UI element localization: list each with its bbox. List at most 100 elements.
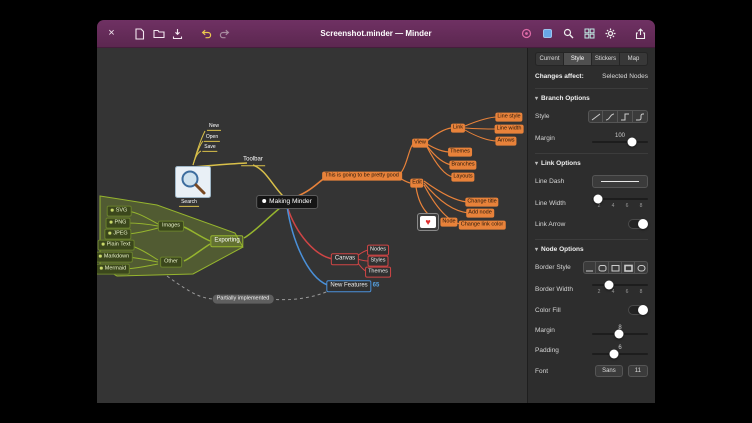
slider-handle[interactable]	[604, 281, 613, 290]
slider-track[interactable]	[592, 284, 648, 286]
branch-style-squared-button[interactable]	[618, 110, 633, 123]
node-line-style[interactable]: Line style	[495, 113, 522, 122]
slider-track[interactable]	[592, 198, 648, 200]
border-style-underline-button[interactable]	[583, 261, 596, 274]
slider-track[interactable]	[592, 333, 648, 335]
node-toolbar-item-3[interactable]: Save	[202, 144, 217, 152]
tab-map[interactable]: Map	[620, 52, 648, 66]
node-idea[interactable]: This is going to be pretty good	[322, 172, 402, 181]
font-size-spinner[interactable]: 11	[628, 365, 648, 377]
node-canvas-themes[interactable]: Themes	[365, 267, 391, 278]
node-canvas-nodes[interactable]: Nodes	[367, 245, 389, 256]
headerbar: × Screenshot.minder — Minder	[97, 20, 655, 48]
slider-track[interactable]	[592, 353, 648, 355]
slider-track[interactable]	[592, 141, 648, 143]
node-search-label[interactable]: Search	[179, 199, 199, 207]
branch-style-row: Style	[535, 110, 648, 123]
node-png[interactable]: PNG	[106, 218, 131, 229]
search-image-node[interactable]	[175, 166, 211, 203]
node-edit-hub[interactable]: Edit	[410, 179, 423, 188]
font-controls: Sans 11	[595, 365, 648, 377]
branch-style-straight-button[interactable]	[588, 110, 603, 123]
close-button[interactable]: ×	[104, 25, 119, 42]
node-arrows[interactable]: Arrows	[495, 137, 516, 146]
switch-knob	[638, 305, 648, 315]
slider-handle[interactable]	[593, 195, 602, 204]
node-add-node[interactable]: Add node	[466, 209, 494, 218]
search-button[interactable]	[561, 25, 576, 42]
border-style-square-button[interactable]	[609, 261, 622, 274]
font-family-button[interactable]: Sans	[595, 365, 623, 377]
node-branches[interactable]: Branches	[449, 161, 476, 170]
slider-handle[interactable]	[628, 138, 637, 147]
branch-options-header[interactable]: ▾ Branch Options	[535, 95, 648, 102]
node-canvas[interactable]: Canvas	[331, 253, 359, 265]
node-images[interactable]: Images	[158, 221, 184, 232]
focus-mode-button[interactable]	[519, 25, 534, 42]
line-dash-select[interactable]	[592, 175, 648, 188]
share-export-button[interactable]	[633, 25, 648, 42]
node-toolbar[interactable]: Toolbar	[241, 156, 265, 166]
border-style-pill-button[interactable]	[635, 261, 648, 274]
branch-margin-row: Margin 100	[535, 133, 648, 143]
node-markdown[interactable]: Markdown	[97, 252, 133, 263]
border-style-buttons	[583, 261, 648, 274]
node-view-hub[interactable]: View	[412, 139, 428, 148]
export-image-button[interactable]	[540, 25, 555, 42]
sidebar-tabs: Current Style Stickers Map	[535, 52, 648, 66]
branch-style-curved-button[interactable]	[603, 110, 618, 123]
node-svg[interactable]: SVG	[107, 206, 132, 217]
straight-branch-icon	[591, 113, 601, 121]
open-folder-button[interactable]	[151, 25, 166, 42]
branch-margin-slider[interactable]: 100	[592, 133, 648, 143]
node-change-link-color[interactable]: Change link color	[459, 221, 506, 230]
link-options-header[interactable]: ▾ Link Options	[535, 160, 648, 167]
node-new-features[interactable]: New Features	[326, 280, 371, 292]
link-options-section: ▾ Link Options Line Dash Line Width 2 4 …	[535, 153, 648, 229]
node-link[interactable]: Link	[451, 124, 465, 133]
redo-button[interactable]	[217, 25, 232, 42]
branch-style-rounded-button[interactable]	[633, 110, 648, 123]
square-border-icon	[611, 264, 620, 272]
node-layouts[interactable]: Layouts	[451, 173, 474, 182]
node-line-width[interactable]: Line width	[495, 125, 524, 134]
node-change-title[interactable]: Change title	[465, 198, 498, 207]
slider-handle[interactable]	[614, 330, 623, 339]
tab-style[interactable]: Style	[564, 52, 592, 66]
mindmap-canvas[interactable]: Making Minder Toolbar New Open Save Sear…	[97, 48, 527, 403]
font-row: Font Sans 11	[535, 365, 648, 377]
color-fill-switch[interactable]	[628, 305, 648, 315]
settings-button[interactable]	[603, 25, 618, 42]
save-button[interactable]	[170, 25, 185, 42]
node-jpeg[interactable]: JPEG	[104, 229, 131, 240]
border-width-slider[interactable]: 2 4 6 8	[592, 284, 648, 295]
slider-handle[interactable]	[610, 350, 619, 359]
new-document-button[interactable]	[132, 25, 147, 42]
border-style-rounded-button[interactable]	[596, 261, 609, 274]
node-themes[interactable]: Themes	[448, 148, 472, 157]
tab-current[interactable]: Current	[535, 52, 564, 66]
node-making-minder[interactable]: Making Minder	[256, 195, 318, 209]
node-mermaid[interactable]: Mermaid	[97, 264, 130, 275]
changes-affect-dropdown[interactable]: Selected Nodes	[602, 73, 648, 80]
node-plain-text[interactable]: Plain Text	[98, 240, 135, 251]
node-heart-image[interactable]: ♥	[417, 213, 439, 231]
node-toolbar-item-1[interactable]: New	[207, 123, 221, 131]
undo-button[interactable]	[198, 25, 213, 42]
node-exporting[interactable]: Exporting	[210, 235, 243, 247]
line-width-ticks: 2 4 6 8	[592, 203, 648, 209]
node-toolbar-item-2[interactable]: Open	[204, 134, 220, 142]
node-padding-slider[interactable]: 6	[592, 345, 648, 355]
node-other[interactable]: Other	[160, 257, 182, 268]
tab-stickers[interactable]: Stickers	[592, 52, 620, 66]
line-width-slider[interactable]: 2 4 6 8	[592, 198, 648, 209]
link-arrow-switch[interactable]	[628, 219, 648, 229]
node-options-header[interactable]: ▾ Node Options	[535, 246, 648, 253]
node-margin-slider[interactable]: 8	[592, 325, 648, 335]
node-heart-label[interactable]: Node	[440, 218, 457, 227]
border-style-thick-button[interactable]	[622, 261, 635, 274]
connection-title[interactable]: Partially implemented	[213, 295, 274, 304]
map-overview-button[interactable]	[582, 25, 597, 42]
node-padding-row: Padding 6	[535, 345, 648, 355]
node-canvas-styles[interactable]: Styles	[368, 256, 389, 267]
